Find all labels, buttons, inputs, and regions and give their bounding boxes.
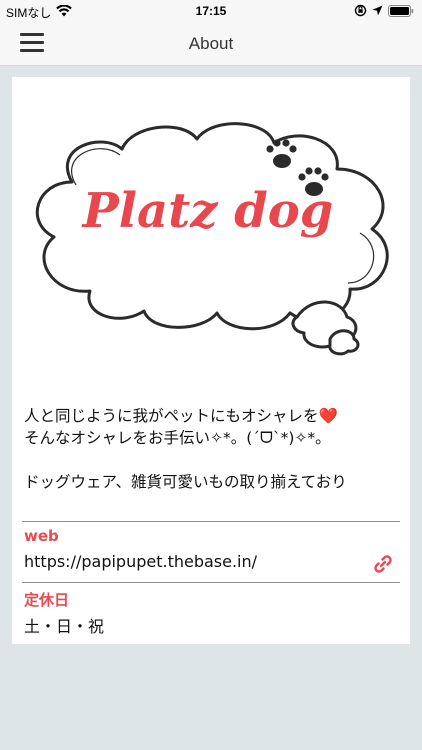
web-url-link[interactable]: https://papipupet.thebase.in/ bbox=[24, 552, 257, 571]
status-bar: SIMなし 17:15 bbox=[0, 0, 422, 22]
divider bbox=[22, 521, 400, 522]
holiday-label: 定休日 bbox=[24, 591, 70, 609]
page-title: About bbox=[188, 34, 234, 53]
battery-icon bbox=[388, 4, 414, 20]
about-card: Platz dog 人と同じように我がペットにもオシャレを❤️ そんなオシャレを… bbox=[12, 77, 410, 644]
shop-logo: Platz dog bbox=[12, 77, 410, 397]
shop-description: 人と同じように我がペットにもオシャレを❤️ そんなオシャレをお手伝い✧*。(ˊᗜ… bbox=[24, 407, 347, 491]
logo-text: Platz dog bbox=[81, 183, 334, 239]
web-label: web bbox=[24, 527, 59, 545]
link-icon[interactable] bbox=[372, 553, 394, 575]
location-arrow-icon bbox=[372, 5, 383, 19]
status-right bbox=[354, 4, 414, 20]
holiday-value: 土・日・祝 bbox=[24, 617, 105, 636]
navigation-bar: About bbox=[0, 22, 422, 66]
divider bbox=[22, 582, 400, 583]
orientation-lock-icon bbox=[354, 4, 367, 20]
